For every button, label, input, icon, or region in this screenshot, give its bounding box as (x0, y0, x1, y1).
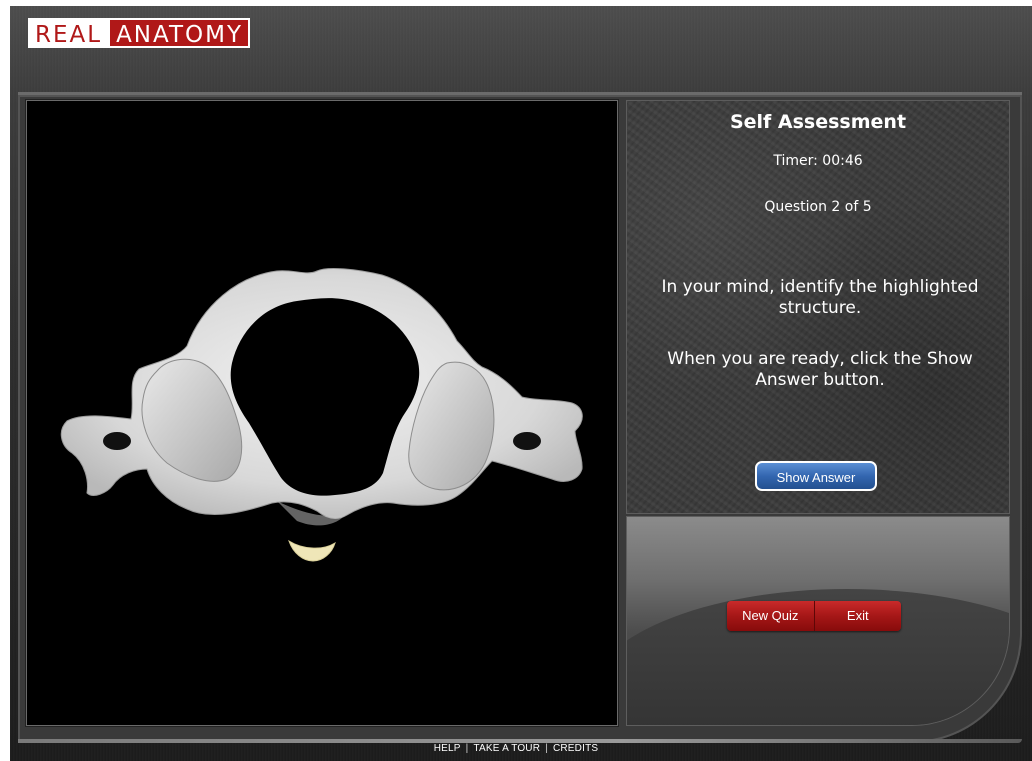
take-a-tour-link[interactable]: TAKE A TOUR (473, 743, 540, 754)
timer-text: Timer: 00:46 (773, 153, 863, 169)
ready-instruction-text: When you are ready, click the Show Answe… (667, 349, 973, 390)
quiz-controls-panel: New Quiz Exit (626, 516, 1010, 726)
self-assessment-panel: Self Assessment Timer: 00:46 Question 2 … (626, 100, 1010, 514)
self-assessment-title: Self Assessment (729, 111, 907, 133)
image-viewer (26, 100, 618, 726)
footer-links: HELP | TAKE A TOUR | CREDITS (0, 743, 1032, 754)
question-counter: Question 2 of 5 (764, 199, 872, 215)
exit-button[interactable]: Exit (814, 601, 901, 631)
highlighted-structure (288, 539, 336, 562)
help-link[interactable]: HELP (434, 743, 461, 754)
instruction-text: In your mind, identify the highlighted s… (661, 277, 979, 318)
quiz-button-group: New Quiz Exit (727, 601, 901, 631)
show-answer-button[interactable]: Show Answer (755, 461, 877, 491)
footer-separator: | (545, 743, 548, 754)
logo-anatomy-text: ANATOMY (110, 18, 250, 48)
logo-real-text: REAL (28, 18, 111, 48)
atlas-vertebra (60, 267, 583, 562)
new-quiz-button[interactable]: New Quiz (727, 601, 815, 631)
real-anatomy-logo: REAL ANATOMY (28, 18, 250, 48)
vertebra-image (60, 267, 583, 562)
credits-link[interactable]: CREDITS (553, 743, 598, 754)
footer-separator: | (465, 743, 469, 754)
